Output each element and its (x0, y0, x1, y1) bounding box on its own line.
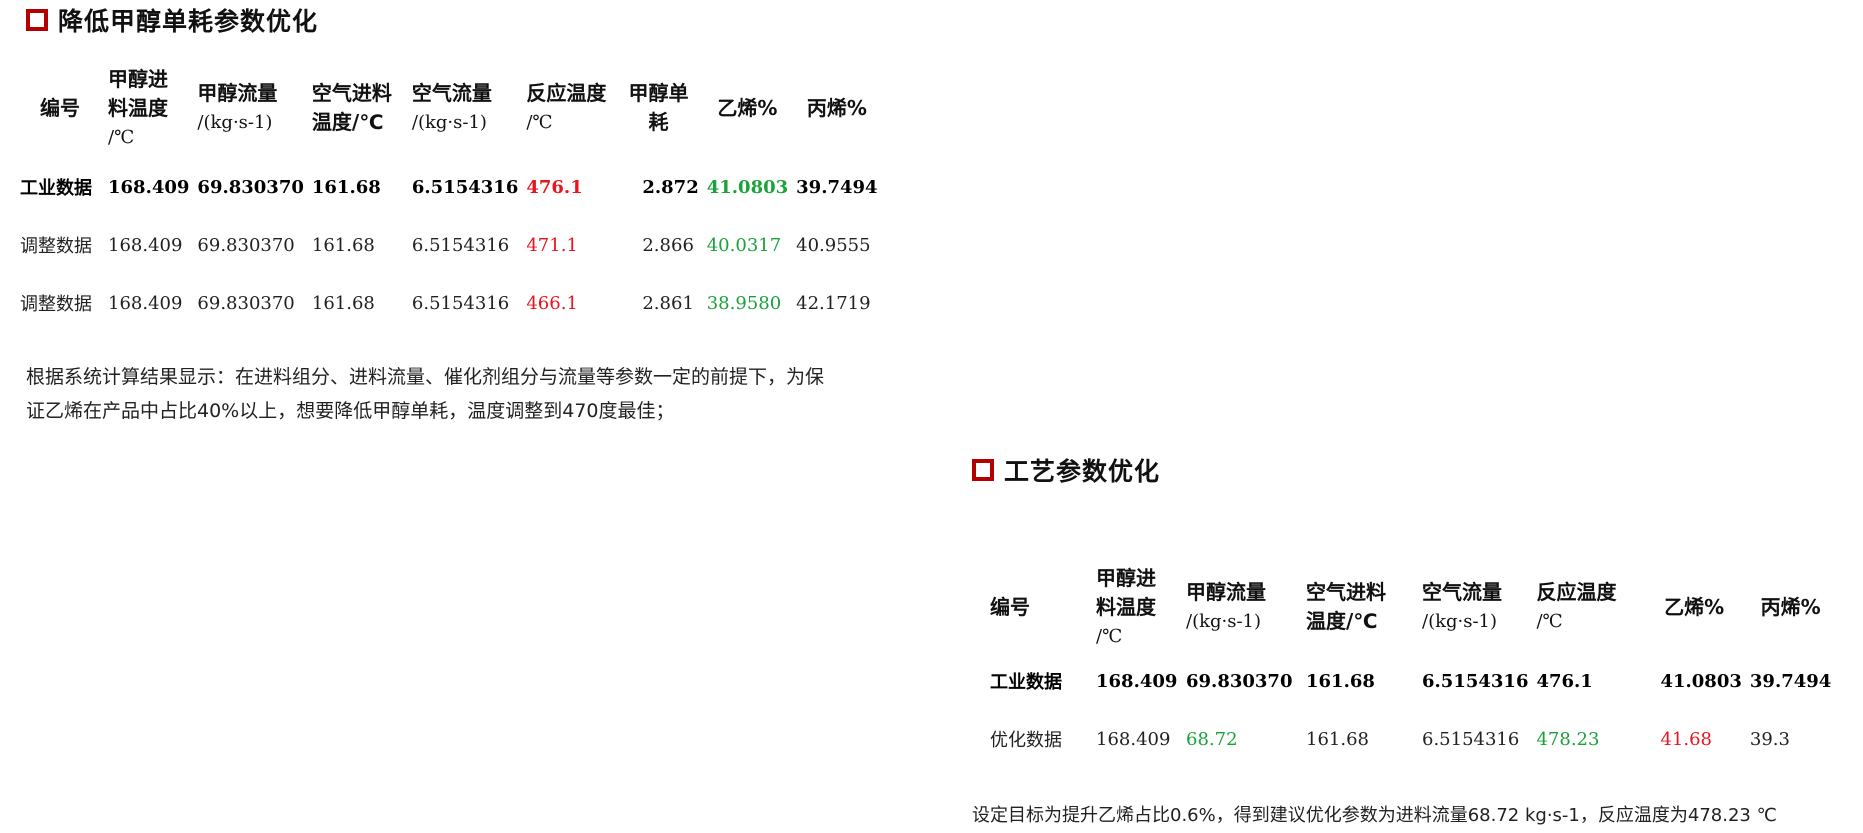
note-text: 设定目标为提升乙烯占比0.6%，得到建议优化参数为进料流量68.72 kg·s-… (972, 805, 1777, 826)
cell-methanol-flow: 69.830370 (197, 292, 295, 314)
header-methanol-flow: 甲醇流量 /(kg·s-1) (197, 81, 278, 133)
cell-air-temp: 161.68 (1306, 670, 1375, 692)
note-line-1: 根据系统计算结果显示：在进料组分、进料流量、催化剂组分与流量等参数一定的前提下，… (26, 366, 825, 388)
cell-reaction-temp: 476.1 (1536, 670, 1593, 692)
row-label: 工业数据 (20, 178, 92, 199)
table-row: 优化数据 168.409 68.72 161.68 6.5154316 478.… (986, 710, 1835, 768)
cell-ethylene: 40.0317 (706, 234, 782, 256)
cell-air-temp: 161.68 (311, 234, 375, 256)
header-ethylene: 乙烯% (717, 95, 778, 120)
cell-air-temp: 161.68 (311, 292, 375, 314)
section2-note: 设定目标为提升乙烯占比0.6%，得到建议优化参数为进料流量68.72 kg·s-… (972, 802, 1852, 830)
row-label: 工业数据 (990, 672, 1062, 693)
header-consumption: 甲醇单 耗 (628, 81, 689, 134)
table-row: 工业数据 168.409 69.830370 161.68 6.5154316 … (16, 158, 882, 216)
square-bullet-icon (972, 459, 994, 481)
cell-consumption: 2.866 (642, 234, 694, 256)
cell-propylene: 39.3 (1749, 728, 1790, 750)
cell-consumption: 2.861 (642, 292, 694, 314)
section1-title-text: 降低甲醇单耗参数优化 (58, 7, 319, 36)
header-ethylene: 乙烯% (1664, 594, 1725, 619)
table-header-row: 编号 甲醇进 料温度 /℃ 甲醇流量 /(kg·s-1) 空气进料 温度/℃ 空… (986, 562, 1835, 652)
cell-air-flow: 6.5154316 (1422, 728, 1520, 750)
cell-air-temp: 161.68 (311, 176, 381, 198)
header-feed-temp: 甲醇进 料温度 /℃ (1096, 565, 1156, 647)
section1-title: 降低甲醇单耗参数优化 (26, 2, 318, 38)
cell-propylene: 39.7494 (1749, 670, 1832, 692)
table-header-row: 编号 甲醇进 料温度 /℃ 甲醇流量 /(kg·s-1) 空气进料 温度/℃ 空… (16, 58, 882, 158)
table-row: 调整数据 168.409 69.830370 161.68 6.5154316 … (16, 274, 882, 332)
header-air-flow: 空气流量 /(kg·s-1) (411, 81, 492, 133)
section2-title-text: 工艺参数优化 (1004, 457, 1161, 486)
cell-methanol-flow: 69.830370 (1186, 670, 1293, 692)
row-label: 优化数据 (990, 730, 1062, 751)
cell-air-flow: 6.5154316 (411, 176, 519, 198)
section1-note: 根据系统计算结果显示：在进料组分、进料流量、催化剂组分与流量等参数一定的前提下，… (26, 360, 926, 428)
cell-ethylene: 41.0803 (706, 176, 789, 198)
cell-air-flow: 6.5154316 (411, 292, 510, 314)
header-propylene: 丙烯% (1760, 594, 1821, 619)
square-bullet-icon (26, 9, 48, 31)
row-label: 调整数据 (20, 294, 92, 315)
cell-air-flow: 6.5154316 (1422, 670, 1529, 692)
cell-feed-temp: 168.409 (108, 176, 190, 198)
header-reaction-temp: 反应温度 /℃ (526, 81, 607, 133)
header-id: 编号 (990, 594, 1030, 619)
header-air-temp: 空气进料 温度/℃ (1306, 580, 1386, 633)
row-label: 调整数据 (20, 236, 92, 257)
cell-propylene: 40.9555 (796, 234, 871, 256)
header-id: 编号 (40, 95, 80, 120)
section1-table: 编号 甲醇进 料温度 /℃ 甲醇流量 /(kg·s-1) 空气进料 温度/℃ 空… (16, 58, 882, 332)
cell-reaction-temp: 478.23 (1536, 728, 1600, 750)
cell-feed-temp: 168.409 (1096, 670, 1178, 692)
section2-table: 编号 甲醇进 料温度 /℃ 甲醇流量 /(kg·s-1) 空气进料 温度/℃ 空… (986, 562, 1835, 768)
cell-air-flow: 6.5154316 (411, 234, 510, 256)
cell-ethylene: 38.9580 (706, 292, 782, 314)
header-reaction-temp: 反应温度 /℃ (1536, 580, 1617, 632)
cell-consumption: 2.872 (642, 176, 699, 198)
header-methanol-flow: 甲醇流量 /(kg·s-1) (1186, 580, 1266, 632)
cell-propylene: 42.1719 (796, 292, 871, 314)
cell-reaction-temp: 476.1 (526, 176, 583, 198)
cell-ethylene: 41.0803 (1660, 670, 1742, 692)
cell-feed-temp: 168.409 (1096, 728, 1171, 750)
table-row: 调整数据 168.409 69.830370 161.68 6.5154316 … (16, 216, 882, 274)
header-feed-temp: 甲醇进 料温度 /℃ (108, 66, 168, 148)
cell-feed-temp: 168.409 (108, 292, 183, 314)
note-line-2: 证乙烯在产品中占比40%以上，想要降低甲醇单耗，温度调整到470度最佳； (26, 400, 675, 422)
cell-propylene: 39.7494 (796, 176, 878, 198)
cell-methanol-flow: 69.830370 (197, 234, 295, 256)
table-row: 工业数据 168.409 69.830370 161.68 6.5154316 … (986, 652, 1835, 710)
header-propylene: 丙烯% (806, 95, 867, 120)
cell-air-temp: 161.68 (1306, 728, 1369, 750)
header-air-flow: 空气流量 /(kg·s-1) (1422, 580, 1502, 632)
cell-methanol-flow: 69.830370 (197, 176, 304, 198)
cell-reaction-temp: 471.1 (526, 234, 578, 256)
cell-reaction-temp: 466.1 (526, 292, 578, 314)
section2-title: 工艺参数优化 (972, 452, 1160, 488)
cell-feed-temp: 168.409 (108, 234, 183, 256)
cell-ethylene: 41.68 (1660, 728, 1712, 750)
cell-methanol-flow: 68.72 (1186, 728, 1238, 750)
header-air-temp: 空气进料 温度/℃ (311, 81, 392, 134)
